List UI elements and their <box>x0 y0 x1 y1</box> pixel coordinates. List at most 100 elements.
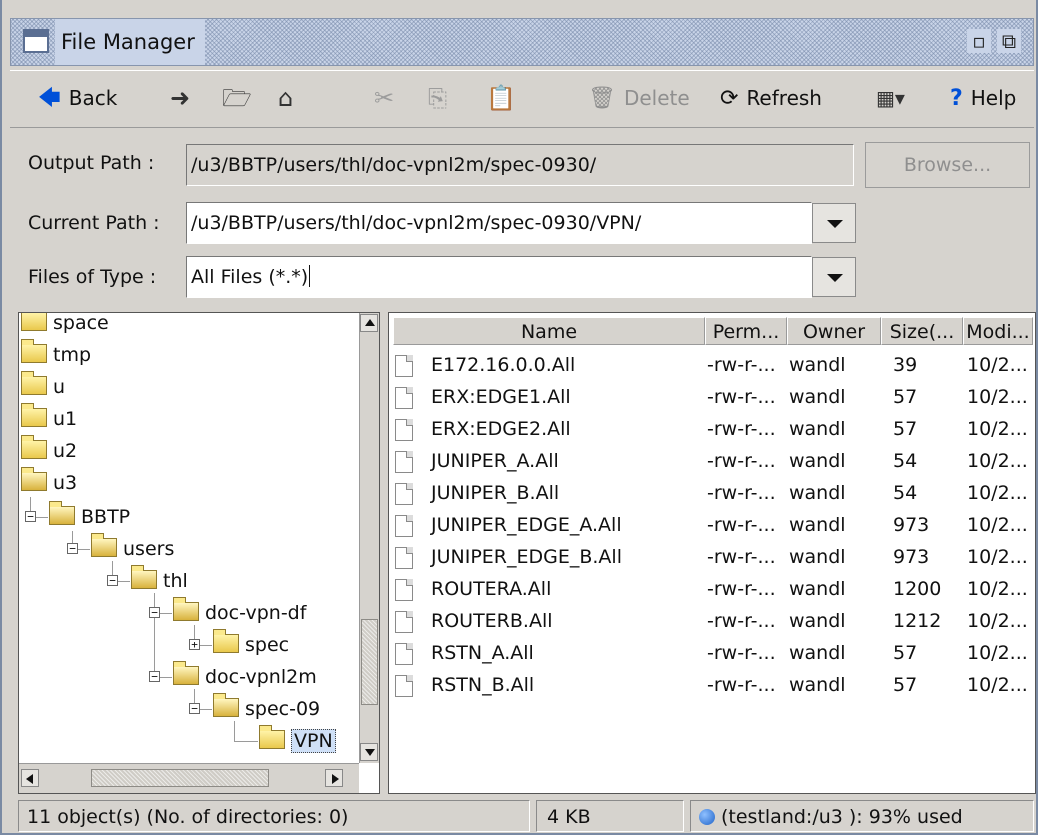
file-modified: 10/2... <box>967 418 1028 440</box>
tree-item-selected[interactable]: VPN <box>259 725 336 757</box>
collapse-toggle[interactable]: − <box>67 543 78 554</box>
folder-icon <box>21 313 47 331</box>
back-button[interactable]: 🡄 Back <box>38 79 117 117</box>
title-bar[interactable]: File Manager ▫ ⧉ <box>10 18 1034 66</box>
collapse-toggle[interactable]: − <box>149 607 160 618</box>
tree-item[interactable]: u3 <box>21 467 77 499</box>
tree-item[interactable]: u <box>21 371 65 403</box>
file-size: 1200 <box>893 578 942 600</box>
tree-item[interactable]: space <box>21 313 109 339</box>
file-icon <box>395 451 413 473</box>
folder-up-icon[interactable]: 🗁 <box>222 79 252 117</box>
files-of-type-value: All Files (*.*) <box>191 266 309 288</box>
file-perm: -rw-r-... <box>707 674 776 696</box>
file-size: 57 <box>893 418 918 440</box>
tree-connector <box>200 645 212 646</box>
directory-tree[interactable]: − − − − + − − space tmp u u1 u2 u3 BBTP … <box>18 312 380 794</box>
column-header-size[interactable]: Size(... <box>881 317 963 345</box>
delete-button[interactable]: 🗑 Delete <box>588 79 690 117</box>
tree-horizontal-scrollbar[interactable] <box>19 763 359 793</box>
help-button[interactable]: ? Help <box>950 79 1016 117</box>
current-path-combo[interactable]: /u3/BBTP/users/thl/doc-vpnl2m/spec-0930/… <box>186 202 812 244</box>
scroll-up-arrow[interactable] <box>360 314 378 332</box>
home-icon[interactable]: ⌂ <box>278 79 293 117</box>
collapse-toggle[interactable]: − <box>149 671 160 682</box>
scissors-icon[interactable]: ✂ <box>374 79 394 117</box>
file-modified: 10/2... <box>967 610 1028 632</box>
help-label: Help <box>970 86 1017 110</box>
tree-item-label: u1 <box>53 408 78 430</box>
file-manager-window: File Manager ▫ ⧉ 🡄 Back ➜ 🗁 ⌂ ✂ ⎘ 📋 🗑 Dele… <box>0 0 1038 835</box>
tree-item-label: u <box>53 376 66 398</box>
file-list-header: Name Perm... Owner Size(... Modi... <box>393 317 1033 345</box>
file-owner: wandl <box>789 354 846 376</box>
file-size: 54 <box>893 482 918 504</box>
file-owner: wandl <box>789 514 846 536</box>
folder-open-icon <box>91 533 117 557</box>
tree-item-label: thl <box>163 570 188 592</box>
tree-item[interactable]: tmp <box>21 339 91 371</box>
column-header-owner[interactable]: Owner <box>787 317 881 345</box>
tree-item[interactable]: spec-09 <box>213 693 320 725</box>
tree-item-label: VPN <box>291 729 336 753</box>
tree-item[interactable]: thl <box>131 565 188 597</box>
arrow-right-icon[interactable]: ➜ <box>170 79 190 117</box>
file-owner: wandl <box>789 642 846 664</box>
file-modified: 10/2... <box>967 386 1028 408</box>
tree-item[interactable]: u2 <box>21 435 77 467</box>
copy-icon[interactable]: ⎘ <box>428 79 447 117</box>
tree-item[interactable]: BBTP <box>49 501 130 533</box>
folder-open-icon <box>173 661 199 685</box>
tree-item[interactable]: users <box>91 533 174 565</box>
maximize-icon[interactable]: ⧉ <box>997 29 1021 53</box>
file-perm: -rw-r-... <box>707 546 776 568</box>
folder-open-icon <box>131 565 157 589</box>
column-header-modified[interactable]: Modi... <box>963 317 1033 345</box>
expand-toggle[interactable]: + <box>189 639 200 650</box>
file-icon <box>395 355 413 377</box>
file-icon <box>395 515 413 537</box>
file-size: 39 <box>893 354 918 376</box>
tree-item[interactable]: spec <box>213 629 289 661</box>
file-owner: wandl <box>789 450 846 472</box>
scroll-down-arrow[interactable] <box>360 743 378 761</box>
window-icon <box>23 29 49 53</box>
file-size: 54 <box>893 450 918 472</box>
scroll-right-arrow[interactable] <box>325 769 343 787</box>
scroll-thumb[interactable] <box>91 769 269 787</box>
column-header-perm[interactable]: Perm... <box>705 317 787 345</box>
column-header-name[interactable]: Name <box>393 317 705 345</box>
file-icon <box>395 387 413 409</box>
collapse-toggle[interactable]: − <box>189 703 200 714</box>
tree-item[interactable]: doc-vpnl2m <box>173 661 317 693</box>
file-list[interactable]: Name Perm... Owner Size(... Modi... E172… <box>388 312 1036 794</box>
paste-icon[interactable]: 📋 <box>486 79 516 117</box>
files-of-type-dropdown-button[interactable] <box>812 257 856 297</box>
files-of-type-combo[interactable]: All Files (*.*) <box>186 256 812 298</box>
file-modified: 10/2... <box>967 482 1028 504</box>
current-path-dropdown-button[interactable] <box>812 203 856 243</box>
tree-connector <box>118 581 130 582</box>
collapse-toggle[interactable]: − <box>25 511 36 522</box>
trash-icon: 🗑 <box>588 86 616 111</box>
refresh-label: Refresh <box>746 86 822 110</box>
collapse-toggle[interactable]: − <box>107 575 118 586</box>
file-perm: -rw-r-... <box>707 482 776 504</box>
view-details-icon[interactable]: ▦▾ <box>876 79 905 117</box>
tree-item[interactable]: doc-vpn-df <box>173 597 306 629</box>
file-size: 57 <box>893 674 918 696</box>
tree-item[interactable]: u1 <box>21 403 77 435</box>
scroll-left-arrow[interactable] <box>21 769 39 787</box>
output-path-field: /u3/BBTP/users/thl/doc-vpnl2m/spec-0930/ <box>186 144 854 186</box>
file-owner: wandl <box>789 386 846 408</box>
status-disk-text: (testland:/u3 ): 93% used <box>721 806 963 828</box>
refresh-button[interactable]: ⟳ Refresh <box>720 79 822 117</box>
tree-connector <box>234 741 258 742</box>
tree-vertical-scrollbar[interactable] <box>359 313 379 763</box>
scroll-thumb[interactable] <box>361 619 378 705</box>
restore-down-icon[interactable]: ▫ <box>967 29 991 53</box>
browse-button[interactable]: Browse... <box>865 142 1030 188</box>
window-title: File Manager <box>55 19 205 65</box>
tree-connector <box>160 613 172 614</box>
tree-item-label: doc-vpn-df <box>205 602 307 624</box>
